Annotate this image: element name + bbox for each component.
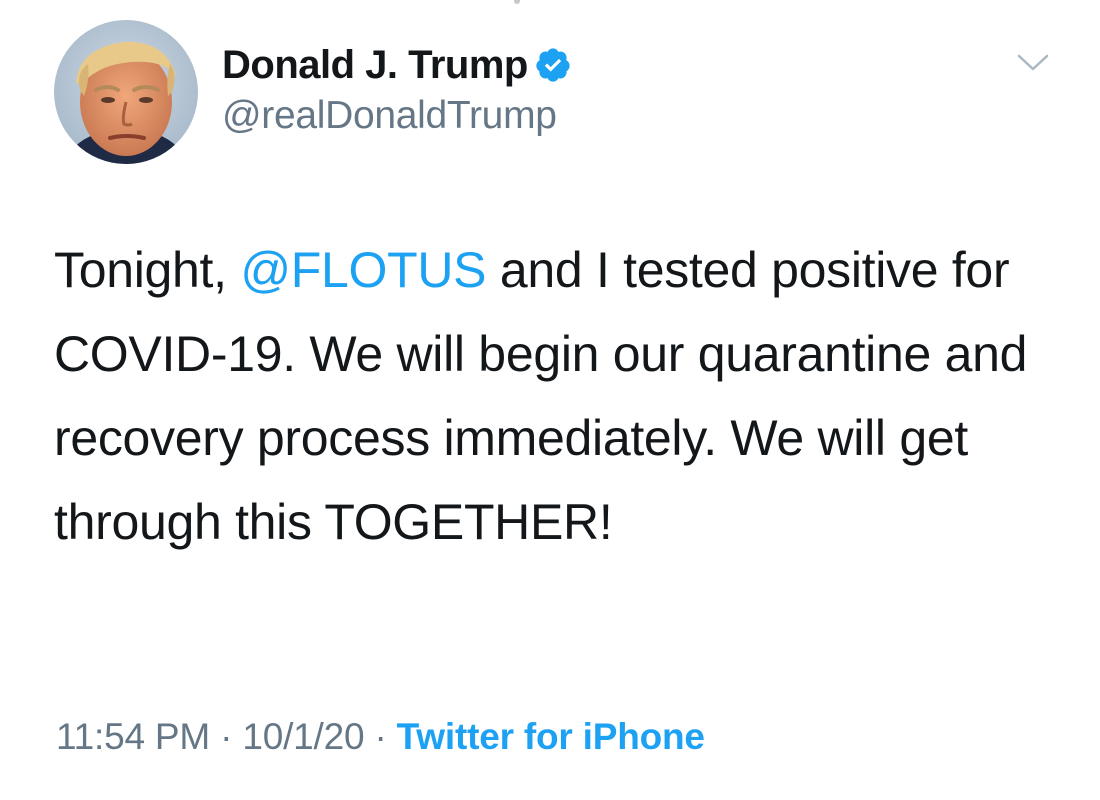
top-divider [514,0,520,4]
tweet-date[interactable]: 10/1/20 [242,716,364,757]
meta-separator: · [364,716,397,757]
tweet-meta: 11:54 PM · 10/1/20 · Twitter for iPhone [56,716,705,758]
tweet-text: Tonight, @FLOTUS and I tested positive f… [54,228,1064,564]
tweet-source-link[interactable]: Twitter for iPhone [397,716,705,757]
mention-link[interactable]: @FLOTUS [240,242,486,298]
author-handle[interactable]: @realDonaldTrump [222,94,557,138]
tweet-time[interactable]: 11:54 PM [56,716,210,757]
avatar-image [54,20,198,164]
display-name[interactable]: Donald J. Trump [222,43,528,88]
verified-badge-icon [536,48,570,82]
chevron-down-icon[interactable] [1015,50,1051,74]
avatar[interactable] [54,20,198,164]
meta-separator: · [210,716,243,757]
author-name-row[interactable]: Donald J. Trump [222,41,572,89]
tweet-card: Donald J. Trump @realDonaldTrump Tonight… [0,0,1100,800]
tweet-text-part: Tonight, [54,242,241,298]
